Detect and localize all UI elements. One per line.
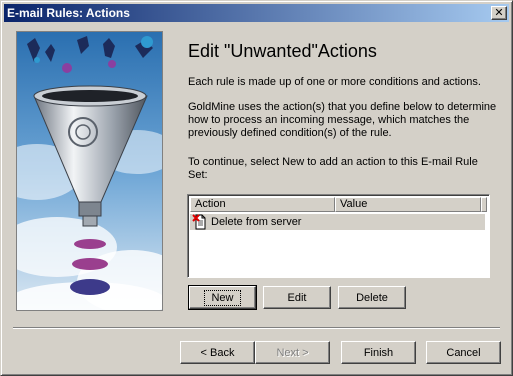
close-icon: ✕ (494, 6, 504, 19)
back-button[interactable]: < Back (180, 341, 255, 364)
column-header-filler (481, 197, 487, 212)
new-button[interactable]: New (188, 285, 257, 310)
next-button[interactable]: Next > (255, 341, 330, 364)
list-item[interactable]: Delete from server (190, 214, 485, 230)
delete-button[interactable]: Delete (338, 286, 406, 309)
wizard-illustration (16, 31, 163, 311)
separator (13, 327, 500, 329)
title-bar[interactable]: E-mail Rules: Actions ✕ (4, 4, 509, 22)
wizard-dialog: E-mail Rules: Actions ✕ Edit "Unwanted"A… (0, 0, 513, 376)
intro-text: Each rule is made up of one or more cond… (188, 76, 481, 88)
instruction-text: To continue, select New to add an action… (188, 156, 478, 181)
edit-button[interactable]: Edit (263, 286, 331, 309)
actions-list[interactable]: Action Value Delete from server (187, 194, 490, 278)
cancel-button[interactable]: Cancel (426, 341, 501, 364)
description-text: GoldMine uses the action(s) that you def… (188, 101, 497, 139)
delete-document-icon (192, 214, 208, 230)
window-title: E-mail Rules: Actions (7, 6, 130, 20)
close-button[interactable]: ✕ (491, 6, 507, 20)
funnel-illustration-graphic (17, 32, 162, 310)
finish-button[interactable]: Finish (341, 341, 416, 364)
new-button-label: New (204, 289, 241, 306)
column-header-action[interactable]: Action (190, 197, 335, 212)
list-item-label: Delete from server (211, 216, 302, 228)
column-header-value[interactable]: Value (335, 197, 481, 212)
list-header: Action Value (190, 197, 487, 212)
page-title: Edit "Unwanted"Actions (188, 41, 377, 61)
